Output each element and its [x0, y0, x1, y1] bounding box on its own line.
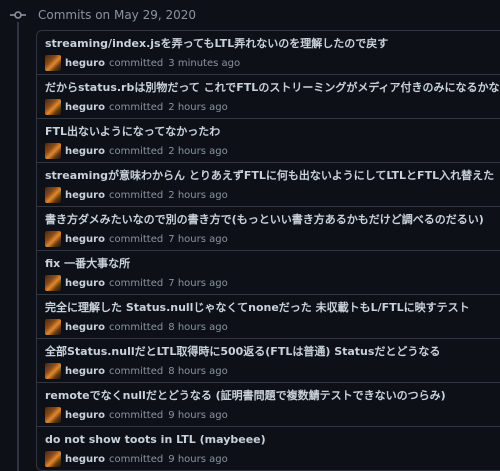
- commit-message[interactable]: streaming/index.jsを弄ってもLTL弄れないのを理解したので戻す: [45, 36, 500, 52]
- commit-time[interactable]: 2 hours ago: [168, 146, 227, 157]
- commit-action: committed: [108, 57, 164, 69]
- commit-author[interactable]: heguro: [65, 190, 105, 201]
- commit-message[interactable]: だからstatus.rbは別物だって これでFTLのストリーミングがメディア付き…: [45, 80, 500, 96]
- commit-meta: heguro committed 8 hours ago: [45, 319, 500, 335]
- commit-meta: heguro committed 2 hours ago: [45, 143, 500, 159]
- commit-action: committed: [108, 321, 164, 333]
- commit-action: committed: [108, 189, 164, 201]
- commit-meta: heguro committed 2 hours ago: [45, 99, 500, 115]
- commit-group-date: Commits on May 29, 2020: [38, 8, 197, 22]
- commit-time[interactable]: 9 hours ago: [168, 454, 227, 465]
- commit-list: streaming/index.jsを弄ってもLTL弄れないのを理解したので戻す…: [36, 30, 500, 471]
- commit-meta: heguro committed 7 hours ago: [45, 231, 500, 247]
- avatar[interactable]: [45, 187, 61, 203]
- commit-item: streaming/index.jsを弄ってもLTL弄れないのを理解したので戻す…: [37, 31, 500, 74]
- commit-author[interactable]: heguro: [65, 234, 105, 245]
- commit-message[interactable]: 書き方ダメみたいなので別の書き方で(もっといい書き方あるかもだけど調べるのだるい…: [45, 212, 500, 228]
- commit-meta: heguro committed 3 minutes ago: [45, 55, 500, 71]
- avatar[interactable]: [45, 99, 61, 115]
- timeline-line: [17, 22, 19, 471]
- commit-action: committed: [108, 365, 164, 377]
- commit-item: fix 一番大事な所 heguro committed 7 hours ago: [37, 250, 500, 294]
- commit-item: 書き方ダメみたいなので別の書き方で(もっといい書き方あるかもだけど調べるのだるい…: [37, 206, 500, 250]
- commit-action: committed: [108, 453, 164, 465]
- commit-meta: heguro committed 9 hours ago: [45, 407, 500, 423]
- commit-message[interactable]: FTL出ないようになってなかったわ: [45, 124, 500, 140]
- commit-time[interactable]: 7 hours ago: [168, 234, 227, 245]
- commit-message[interactable]: streamingが意味わからん とりあえずFTLに何も出ないようにしてLTLと…: [45, 168, 500, 184]
- commit-time[interactable]: 8 hours ago: [168, 322, 227, 333]
- commits-page: Commits on May 29, 2020 streaming/index.…: [0, 0, 500, 471]
- avatar[interactable]: [45, 143, 61, 159]
- commit-author[interactable]: heguro: [65, 278, 105, 289]
- commit-message[interactable]: 完全に理解した Status.nullじゃなくてnoneだった 未収載トもL/F…: [45, 300, 500, 316]
- commit-item: FTL出ないようになってなかったわ heguro committed 2 hou…: [37, 118, 500, 162]
- avatar[interactable]: [45, 55, 61, 71]
- commit-author[interactable]: heguro: [65, 102, 105, 113]
- commit-time[interactable]: 3 minutes ago: [168, 58, 240, 69]
- commit-item: do not show toots in LTL (maybeee) hegur…: [37, 426, 500, 470]
- commit-author[interactable]: heguro: [65, 146, 105, 157]
- commit-author[interactable]: heguro: [65, 454, 105, 465]
- commit-action: committed: [108, 101, 164, 113]
- commit-meta: heguro committed 8 hours ago: [45, 363, 500, 379]
- avatar[interactable]: [45, 407, 61, 423]
- avatar[interactable]: [45, 231, 61, 247]
- commit-author[interactable]: heguro: [65, 322, 105, 333]
- commit-message[interactable]: remoteでなくnullだとどうなる (証明書問題で複数鯖テストできないのつら…: [45, 388, 500, 404]
- avatar[interactable]: [45, 319, 61, 335]
- commit-author[interactable]: heguro: [65, 58, 105, 69]
- commit-message[interactable]: fix 一番大事な所: [45, 256, 500, 272]
- commit-time[interactable]: 8 hours ago: [168, 366, 227, 377]
- commit-time[interactable]: 9 hours ago: [168, 410, 227, 421]
- commit-time[interactable]: 2 hours ago: [168, 102, 227, 113]
- commit-meta: heguro committed 2 hours ago: [45, 187, 500, 203]
- commit-action: committed: [108, 145, 164, 157]
- avatar[interactable]: [45, 275, 61, 291]
- commit-item: remoteでなくnullだとどうなる (証明書問題で複数鯖テストできないのつら…: [37, 382, 500, 426]
- commit-message[interactable]: do not show toots in LTL (maybeee): [45, 432, 500, 448]
- commit-message[interactable]: 全部Status.nullだとLTL取得時に500返る(FTLは普通) Stat…: [45, 344, 500, 360]
- commit-action: committed: [108, 233, 164, 245]
- commit-item: streamingが意味わからん とりあえずFTLに何も出ないようにしてLTLと…: [37, 162, 500, 206]
- avatar[interactable]: [45, 363, 61, 379]
- avatar[interactable]: [45, 451, 61, 467]
- commit-author[interactable]: heguro: [65, 366, 105, 377]
- commit-group-header: Commits on May 29, 2020: [10, 4, 196, 26]
- commit-item: 完全に理解した Status.nullじゃなくてnoneだった 未収載トもL/F…: [37, 294, 500, 338]
- commit-time[interactable]: 7 hours ago: [168, 278, 227, 289]
- commit-item: だからstatus.rbは別物だって これでFTLのストリーミングがメディア付き…: [37, 74, 500, 118]
- commit-action: committed: [108, 409, 164, 421]
- commit-time[interactable]: 2 hours ago: [168, 190, 227, 201]
- git-commit-icon: [10, 11, 26, 19]
- commit-meta: heguro committed 7 hours ago: [45, 275, 500, 291]
- commit-author[interactable]: heguro: [65, 410, 105, 421]
- commit-item: 全部Status.nullだとLTL取得時に500返る(FTLは普通) Stat…: [37, 338, 500, 382]
- commit-action: committed: [108, 277, 164, 289]
- commit-meta: heguro committed 9 hours ago: [45, 451, 500, 467]
